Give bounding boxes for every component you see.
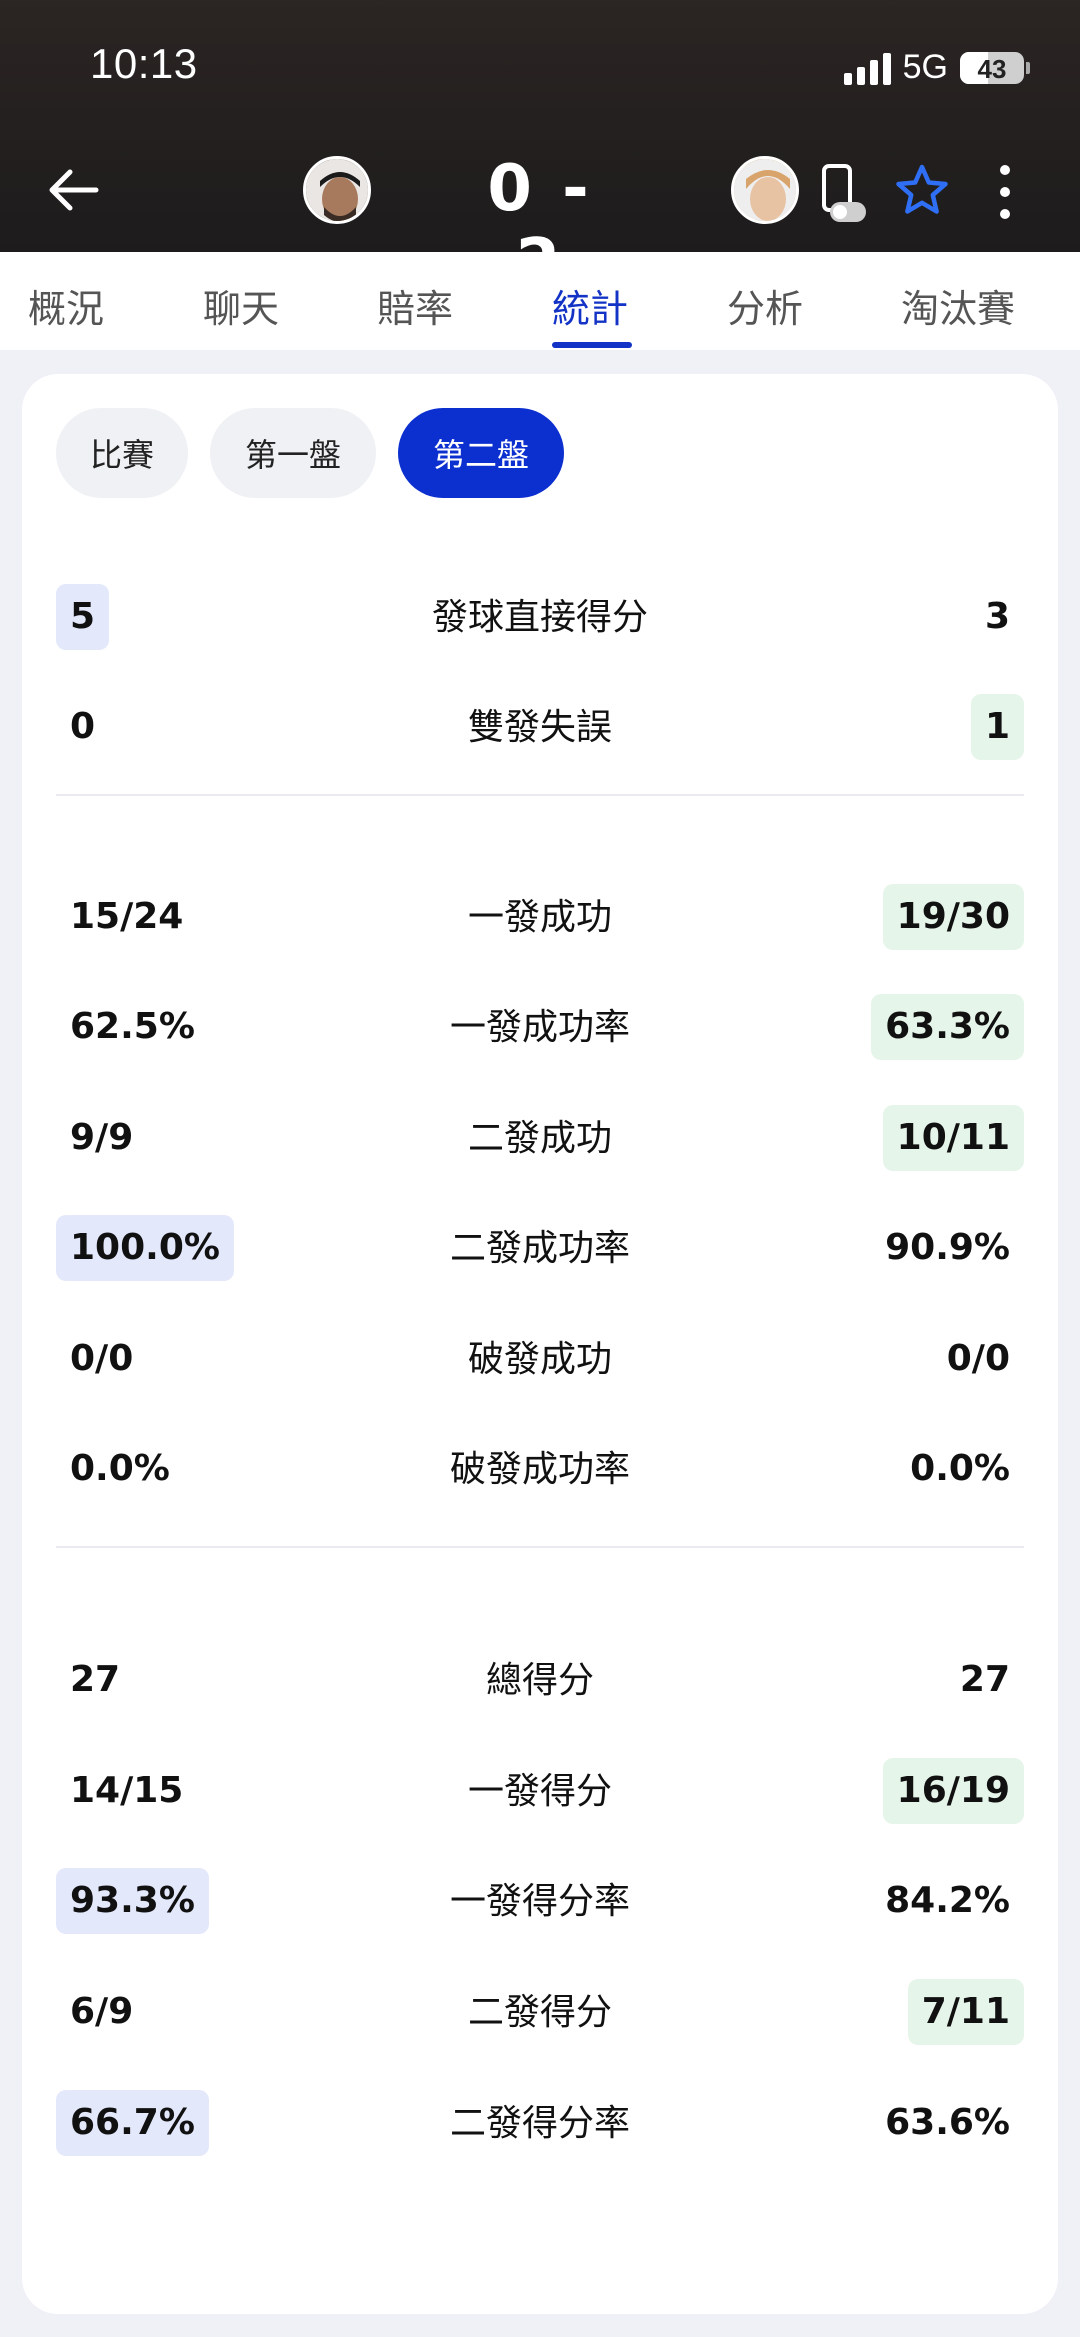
battery-icon: 43 bbox=[960, 51, 1024, 84]
stat-row: 0.0% 破發成功率 0.0% bbox=[56, 1436, 1024, 1502]
stat-row: 0 雙發失誤 1 bbox=[56, 694, 1024, 760]
stat-label: 一發成功 bbox=[467, 896, 612, 937]
stat-right-value: 1 bbox=[970, 694, 1024, 760]
stat-row: 5 發球直接得分 3 bbox=[56, 584, 1024, 650]
stat-right-value: 19/30 bbox=[882, 884, 1024, 950]
stat-label: 二發得分率 bbox=[449, 2102, 630, 2143]
filter-set-1[interactable]: 第一盤 bbox=[210, 408, 376, 498]
stat-left-value: 0.0% bbox=[70, 1448, 170, 1489]
battery-level: 43 bbox=[977, 53, 1007, 84]
stat-left-value: 5 bbox=[56, 584, 110, 650]
stat-right-value: 63.3% bbox=[871, 994, 1024, 1060]
divider bbox=[56, 1546, 1024, 1548]
stat-left-value: 100.0% bbox=[56, 1215, 234, 1281]
tab-chat[interactable]: 聊天 bbox=[203, 278, 279, 333]
tab-analysis[interactable]: 分析 bbox=[727, 278, 803, 333]
stat-row: 93.3% 一發得分率 84.2% bbox=[56, 1868, 1024, 1934]
stat-left-value: 6/9 bbox=[70, 1991, 134, 2032]
player-left-avatar[interactable] bbox=[303, 156, 371, 224]
filter-match[interactable]: 比賽 bbox=[56, 408, 188, 498]
divider bbox=[56, 794, 1024, 796]
network-type: 5G bbox=[902, 48, 948, 86]
stat-label: 一發得分 bbox=[467, 1770, 612, 1811]
favorite-star-icon[interactable] bbox=[893, 162, 951, 220]
tab-knockout[interactable]: 淘汰賽 bbox=[901, 278, 1015, 333]
stat-row: 14/15 一發得分 16/19 bbox=[56, 1758, 1024, 1824]
device-toggle-icon[interactable] bbox=[820, 162, 868, 226]
active-tab-indicator bbox=[552, 342, 632, 348]
more-options-icon[interactable] bbox=[990, 160, 1020, 224]
stat-row: 0/0 破發成功 0/0 bbox=[56, 1326, 1024, 1392]
stat-right-value: 10/11 bbox=[882, 1105, 1024, 1171]
stat-left-value: 0/0 bbox=[70, 1338, 134, 1379]
stat-right-value: 0.0% bbox=[910, 1448, 1010, 1489]
stat-right-value: 84.2% bbox=[885, 1880, 1010, 1921]
signal-icon bbox=[843, 51, 891, 85]
match-header: 10:13 5G 43 0 - 2 bbox=[0, 0, 1080, 300]
stat-left-value: 15/24 bbox=[70, 896, 184, 937]
stat-right-value: 3 bbox=[984, 596, 1010, 637]
stat-row: 27 總得分 27 bbox=[56, 1647, 1024, 1713]
stat-right-value: 90.9% bbox=[885, 1227, 1010, 1268]
stat-label: 雙發失誤 bbox=[467, 706, 612, 747]
filter-set-2[interactable]: 第二盤 bbox=[398, 408, 564, 498]
stat-row: 62.5% 一發成功率 63.3% bbox=[56, 994, 1024, 1060]
stats-card: 比賽 第一盤 第二盤 5 發球直接得分 3 0 雙發失誤 1 15/24 一發成功 19/30 6… bbox=[22, 374, 1058, 2314]
stat-left-value: 0 bbox=[70, 706, 96, 747]
section-tabs: 概況 聊天 賠率 統計 分析 淘汰賽 bbox=[0, 252, 1080, 350]
stat-label: 二發得分 bbox=[467, 1991, 612, 2032]
tab-stats[interactable]: 統計 bbox=[552, 278, 628, 333]
stat-row: 9/9 二發成功 10/11 bbox=[56, 1105, 1024, 1171]
stat-left-value: 9/9 bbox=[70, 1117, 134, 1158]
stat-left-value: 93.3% bbox=[56, 1868, 209, 1934]
stat-label: 總得分 bbox=[485, 1659, 594, 1700]
stat-right-value: 0/0 bbox=[946, 1338, 1010, 1379]
stat-label: 二發成功 bbox=[467, 1117, 612, 1158]
stat-right-value: 63.6% bbox=[885, 2102, 1010, 2143]
stat-left-value: 62.5% bbox=[70, 1006, 195, 1047]
stat-label: 發球直接得分 bbox=[431, 596, 648, 637]
stat-label: 二發成功率 bbox=[449, 1227, 630, 1268]
stat-right-value: 16/19 bbox=[882, 1758, 1024, 1824]
status-indicators: 5G 43 bbox=[843, 48, 1030, 87]
stat-row: 6/9 二發得分 7/11 bbox=[56, 1979, 1024, 2045]
stat-right-value: 7/11 bbox=[907, 1979, 1024, 2045]
stat-row: 100.0% 二發成功率 90.9% bbox=[56, 1215, 1024, 1281]
stat-label: 破發成功率 bbox=[449, 1448, 630, 1489]
player-right-avatar[interactable] bbox=[731, 156, 799, 224]
stat-right-value: 27 bbox=[959, 1659, 1010, 1700]
stat-label: 破發成功 bbox=[467, 1338, 612, 1379]
status-time: 10:13 bbox=[90, 40, 198, 87]
stat-row: 66.7% 二發得分率 63.6% bbox=[56, 2090, 1024, 2156]
stat-left-value: 27 bbox=[70, 1659, 121, 1700]
stat-left-value: 14/15 bbox=[70, 1770, 184, 1811]
tab-odds[interactable]: 賠率 bbox=[377, 278, 453, 333]
stat-label: 一發成功率 bbox=[449, 1006, 630, 1047]
tab-overview[interactable]: 概況 bbox=[28, 278, 104, 333]
stat-row: 15/24 一發成功 19/30 bbox=[56, 884, 1024, 950]
stat-label: 一發得分率 bbox=[449, 1880, 630, 1921]
stat-left-value: 66.7% bbox=[56, 2090, 209, 2156]
back-arrow-icon[interactable] bbox=[44, 158, 108, 222]
